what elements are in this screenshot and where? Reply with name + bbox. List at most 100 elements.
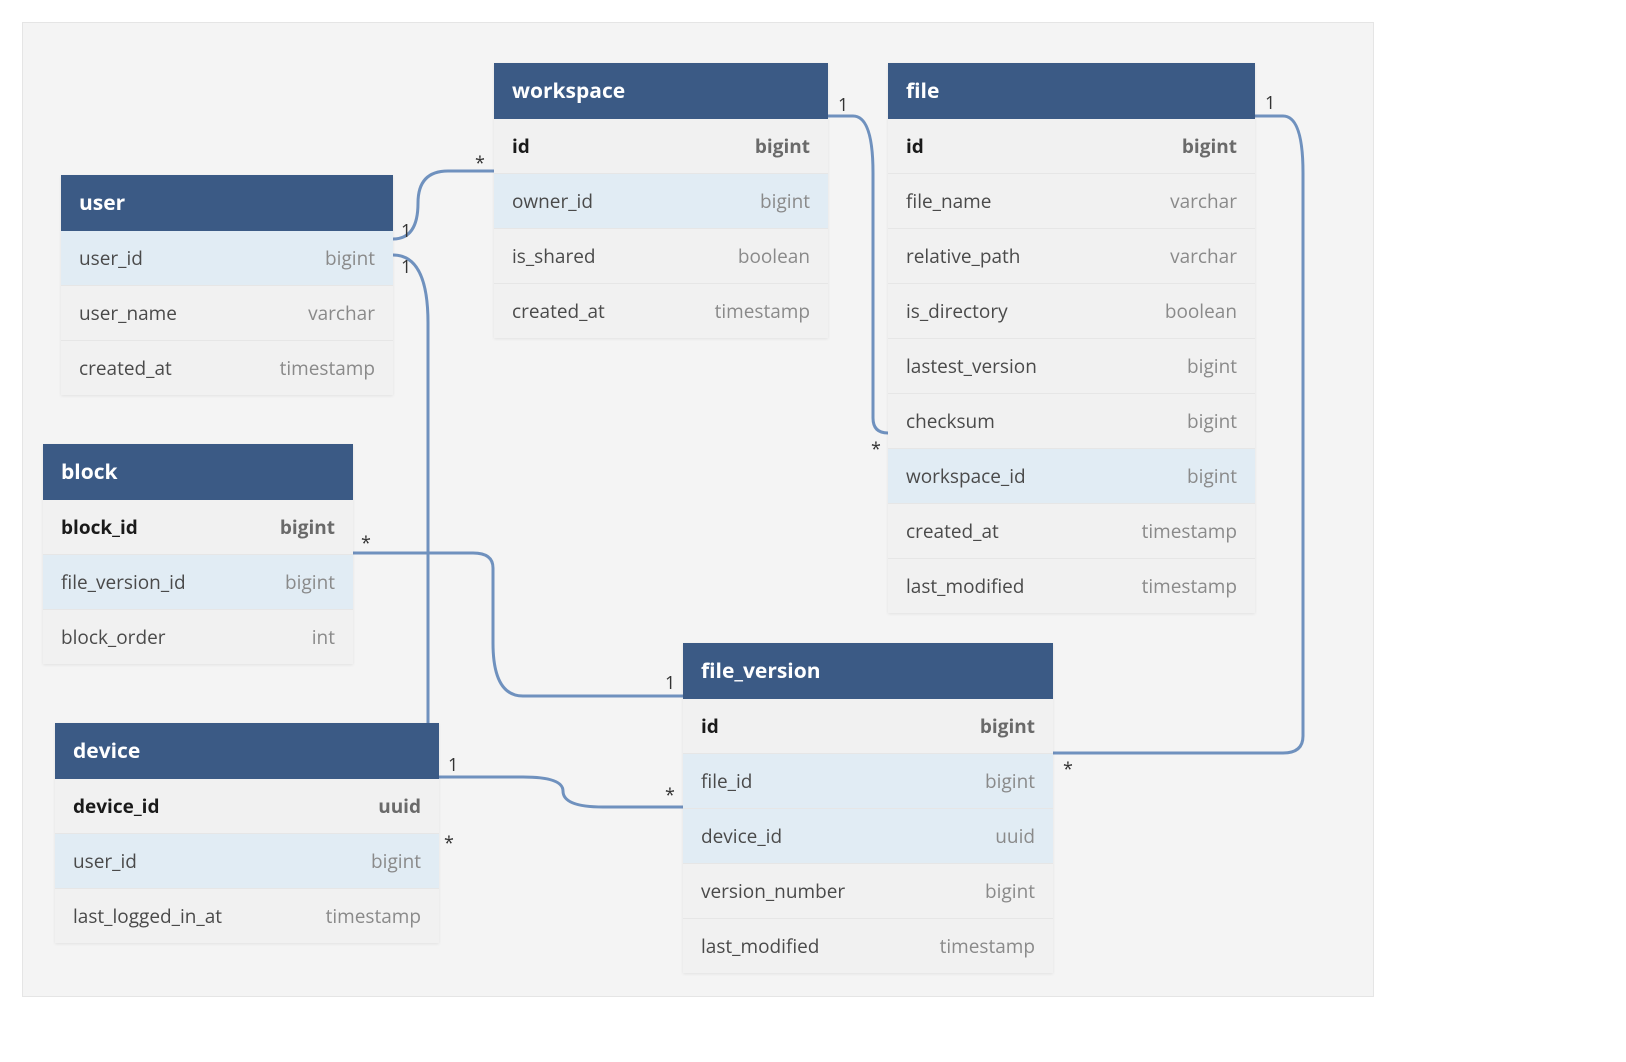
col-user-user_id: user_id bigint [61,231,393,286]
col-name: device_id [701,823,782,849]
col-type: varchar [1170,188,1237,214]
col-type: bigint [285,569,335,595]
col-name: id [906,133,924,159]
col-name: last_logged_in_at [73,903,222,929]
col-type: uuid [995,823,1035,849]
card-user-workspace-1: 1 [401,219,411,243]
col-file-relative_path: relative_path varchar [888,229,1255,284]
card-device-fileversion-1: 1 [448,753,458,777]
col-file-checksum: checksum bigint [888,394,1255,449]
card-workspace-file-star: * [871,437,881,461]
entity-block-title: block [43,444,353,500]
col-type: boolean [738,243,810,269]
col-name: id [512,133,530,159]
col-type: bigint [325,245,375,271]
col-workspace-created_at: created_at timestamp [494,284,828,338]
col-name: device_id [73,793,159,819]
col-workspace-id: id bigint [494,119,828,174]
col-type: timestamp [715,298,810,324]
er-diagram-canvas: 1 * 1 * 1 * 1 * 1 * 1 * user user_id big… [22,22,1374,997]
col-type: bigint [371,848,421,874]
col-name: file_name [906,188,991,214]
card-file-fileversion-star: * [1063,757,1073,781]
col-file-workspace_id: workspace_id bigint [888,449,1255,504]
entity-workspace-title: workspace [494,63,828,119]
card-user-device-star: * [444,831,454,855]
col-file-is_directory: is_directory boolean [888,284,1255,339]
col-file-file_name: file_name varchar [888,174,1255,229]
col-type: bigint [280,514,335,540]
col-user-user_name: user_name varchar [61,286,393,341]
card-file-fileversion-1: 1 [1265,91,1275,115]
col-file-id: id bigint [888,119,1255,174]
col-name: created_at [906,518,999,544]
col-type: timestamp [326,903,421,929]
col-name: last_modified [701,933,819,959]
col-type: bigint [1187,408,1237,434]
col-type: bigint [1187,463,1237,489]
col-file_version-file_id: file_id bigint [683,754,1053,809]
col-file-created_at: created_at timestamp [888,504,1255,559]
col-type: bigint [980,713,1035,739]
col-name: block_order [61,624,166,650]
col-type: timestamp [940,933,1035,959]
col-type: bigint [760,188,810,214]
col-name: created_at [512,298,605,324]
col-name: created_at [79,355,172,381]
col-file-lastest_version: lastest_version bigint [888,339,1255,394]
col-file-last_modified: last_modified timestamp [888,559,1255,613]
col-file_version-device_id: device_id uuid [683,809,1053,864]
col-type: varchar [1170,243,1237,269]
col-file_version-version_number: version_number bigint [683,864,1053,919]
col-device-user_id: user_id bigint [55,834,439,889]
col-type: bigint [985,878,1035,904]
col-block-file_version_id: file_version_id bigint [43,555,353,610]
col-type: varchar [308,300,375,326]
col-name: version_number [701,878,845,904]
card-device-fileversion-star: * [665,783,675,807]
col-type: int [312,624,335,650]
entity-block[interactable]: block block_id bigint file_version_id bi… [43,444,353,664]
card-user-workspace-star: * [475,151,485,175]
col-file_version-last_modified: last_modified timestamp [683,919,1053,973]
col-name: user_id [79,245,143,271]
col-name: workspace_id [906,463,1026,489]
col-name: is_shared [512,243,596,269]
col-type: bigint [755,133,810,159]
entity-user-title: user [61,175,393,231]
col-type: uuid [378,793,421,819]
col-name: block_id [61,514,138,540]
col-user-created_at: created_at timestamp [61,341,393,395]
col-name: user_name [79,300,177,326]
col-name: last_modified [906,573,1024,599]
entity-device-title: device [55,723,439,779]
col-name: lastest_version [906,353,1037,379]
entity-user[interactable]: user user_id bigint user_name varchar cr… [61,175,393,395]
col-type: timestamp [1142,518,1237,544]
col-device-device_id: device_id uuid [55,779,439,834]
col-name: relative_path [906,243,1020,269]
entity-file[interactable]: file id bigint file_name varchar relativ… [888,63,1255,613]
col-type: bigint [985,768,1035,794]
col-name: file_version_id [61,569,186,595]
col-device-last_logged_in_at: last_logged_in_at timestamp [55,889,439,943]
entity-device[interactable]: device device_id uuid user_id bigint las… [55,723,439,943]
col-workspace-is_shared: is_shared boolean [494,229,828,284]
card-fileversion-block-1: 1 [665,671,675,695]
card-user-device-1: 1 [401,255,411,279]
col-name: owner_id [512,188,593,214]
col-block-block_id: block_id bigint [43,500,353,555]
card-workspace-file-1: 1 [838,93,848,117]
col-name: is_directory [906,298,1008,324]
col-name: user_id [73,848,137,874]
col-name: checksum [906,408,995,434]
col-type: bigint [1182,133,1237,159]
col-block-block_order: block_order int [43,610,353,664]
entity-file-version[interactable]: file_version id bigint file_id bigint de… [683,643,1053,973]
card-fileversion-block-star: * [361,531,371,555]
entity-workspace[interactable]: workspace id bigint owner_id bigint is_s… [494,63,828,338]
entity-file-title: file [888,63,1255,119]
col-file_version-id: id bigint [683,699,1053,754]
col-type: timestamp [280,355,375,381]
col-workspace-owner_id: owner_id bigint [494,174,828,229]
